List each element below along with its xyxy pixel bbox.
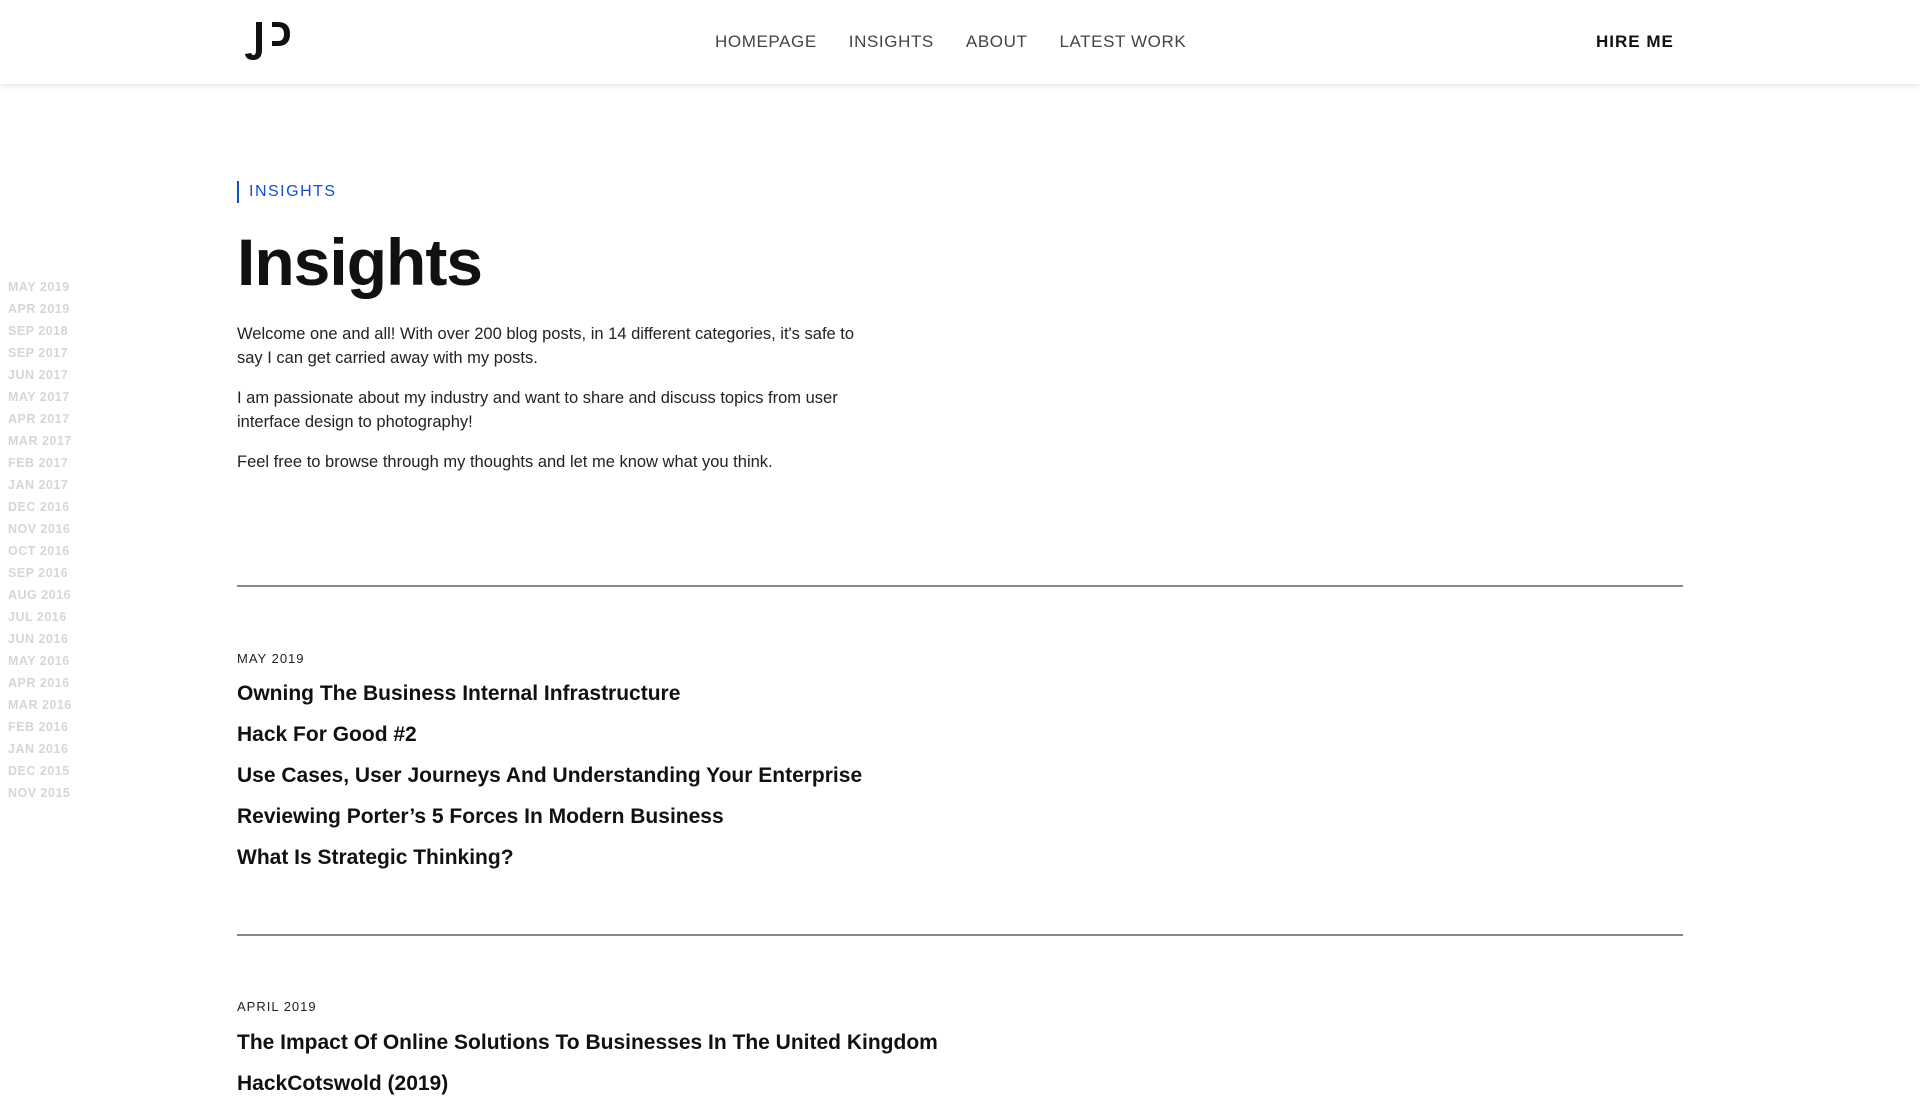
archive-item[interactable]: APR 2019 bbox=[8, 300, 128, 322]
page-title: Insights bbox=[237, 225, 483, 299]
archive-item[interactable]: APR 2017 bbox=[8, 410, 128, 432]
archive-item[interactable]: MAR 2016 bbox=[8, 696, 128, 718]
archive-item[interactable]: NOV 2016 bbox=[8, 520, 128, 542]
archive-month-list: MAY 2019 APR 2019 SEP 2018 SEP 2017 JUN … bbox=[8, 278, 128, 806]
main-nav: HOMEPAGE INSIGHTS ABOUT LATEST WORK bbox=[715, 0, 1218, 84]
section-divider bbox=[237, 585, 1683, 587]
nav-about[interactable]: ABOUT bbox=[966, 32, 1028, 52]
post-link[interactable]: Use Cases, User Journeys And Understandi… bbox=[237, 764, 862, 787]
month-heading: MAY 2019 bbox=[237, 651, 305, 666]
archive-item[interactable]: MAY 2017 bbox=[8, 388, 128, 410]
intro-paragraph: Feel free to browse through my thoughts … bbox=[237, 453, 773, 471]
archive-item[interactable]: FEB 2017 bbox=[8, 454, 128, 476]
archive-item[interactable]: MAR 2017 bbox=[8, 432, 128, 454]
section-divider bbox=[237, 934, 1683, 936]
intro-text: Welcome one and all! With over 200 blog … bbox=[237, 322, 877, 490]
post-list: The Impact Of Online Solutions To Busine… bbox=[237, 1028, 938, 1110]
nav-insights[interactable]: INSIGHTS bbox=[849, 32, 934, 52]
archive-item[interactable]: SEP 2017 bbox=[8, 344, 128, 366]
archive-item[interactable]: JAN 2017 bbox=[8, 476, 128, 498]
post-item: What Is Strategic Thinking? bbox=[237, 843, 862, 884]
post-link[interactable]: What Is Strategic Thinking? bbox=[237, 846, 514, 869]
archive-item[interactable]: JUN 2017 bbox=[8, 366, 128, 388]
post-link[interactable]: Owning The Business Internal Infrastruct… bbox=[237, 682, 680, 705]
site-header: HOMEPAGE INSIGHTS ABOUT LATEST WORK HIRE… bbox=[0, 0, 1920, 84]
archive-item[interactable]: JUN 2016 bbox=[8, 630, 128, 652]
archive-item[interactable]: SEP 2018 bbox=[8, 322, 128, 344]
archive-item[interactable]: DEC 2016 bbox=[8, 498, 128, 520]
post-link[interactable]: HackCotswold (2019) bbox=[237, 1072, 448, 1095]
archive-item[interactable]: JUL 2016 bbox=[8, 608, 128, 630]
intro-paragraph: Welcome one and all! With over 200 blog … bbox=[237, 325, 855, 367]
post-item: Reviewing Porter’s 5 Forces In Modern Bu… bbox=[237, 802, 862, 843]
jp-logo-icon bbox=[245, 22, 290, 60]
nav-latest-work[interactable]: LATEST WORK bbox=[1059, 32, 1186, 52]
archive-item[interactable]: MAY 2019 bbox=[8, 278, 128, 300]
jp-logo[interactable] bbox=[244, 20, 296, 64]
nav-homepage[interactable]: HOMEPAGE bbox=[715, 32, 817, 52]
section-eyebrow: INSIGHTS bbox=[237, 181, 337, 203]
archive-item[interactable]: FEB 2016 bbox=[8, 718, 128, 740]
archive-item[interactable]: NOV 2015 bbox=[8, 784, 128, 806]
archive-item[interactable]: DEC 2015 bbox=[8, 762, 128, 784]
post-item: HackCotswold (2019) bbox=[237, 1069, 938, 1110]
post-item: Use Cases, User Journeys And Understandi… bbox=[237, 761, 862, 802]
month-heading: APRIL 2019 bbox=[237, 999, 317, 1014]
post-link[interactable]: The Impact Of Online Solutions To Busine… bbox=[237, 1031, 938, 1054]
post-link[interactable]: Hack For Good #2 bbox=[237, 723, 417, 746]
post-item: Owning The Business Internal Infrastruct… bbox=[237, 679, 862, 720]
post-link[interactable]: Reviewing Porter’s 5 Forces In Modern Bu… bbox=[237, 805, 724, 828]
archive-item[interactable]: APR 2016 bbox=[8, 674, 128, 696]
archive-item[interactable]: AUG 2016 bbox=[8, 586, 128, 608]
hire-me-button[interactable]: HIRE ME bbox=[1596, 0, 1674, 84]
archive-item[interactable]: SEP 2016 bbox=[8, 564, 128, 586]
archive-item[interactable]: OCT 2016 bbox=[8, 542, 128, 564]
post-item: Hack For Good #2 bbox=[237, 720, 862, 761]
post-list: Owning The Business Internal Infrastruct… bbox=[237, 679, 862, 884]
archive-item[interactable]: JAN 2016 bbox=[8, 740, 128, 762]
intro-paragraph: I am passionate about my industry and wa… bbox=[237, 389, 838, 431]
post-item: The Impact Of Online Solutions To Busine… bbox=[237, 1028, 938, 1069]
archive-item[interactable]: MAY 2016 bbox=[8, 652, 128, 674]
